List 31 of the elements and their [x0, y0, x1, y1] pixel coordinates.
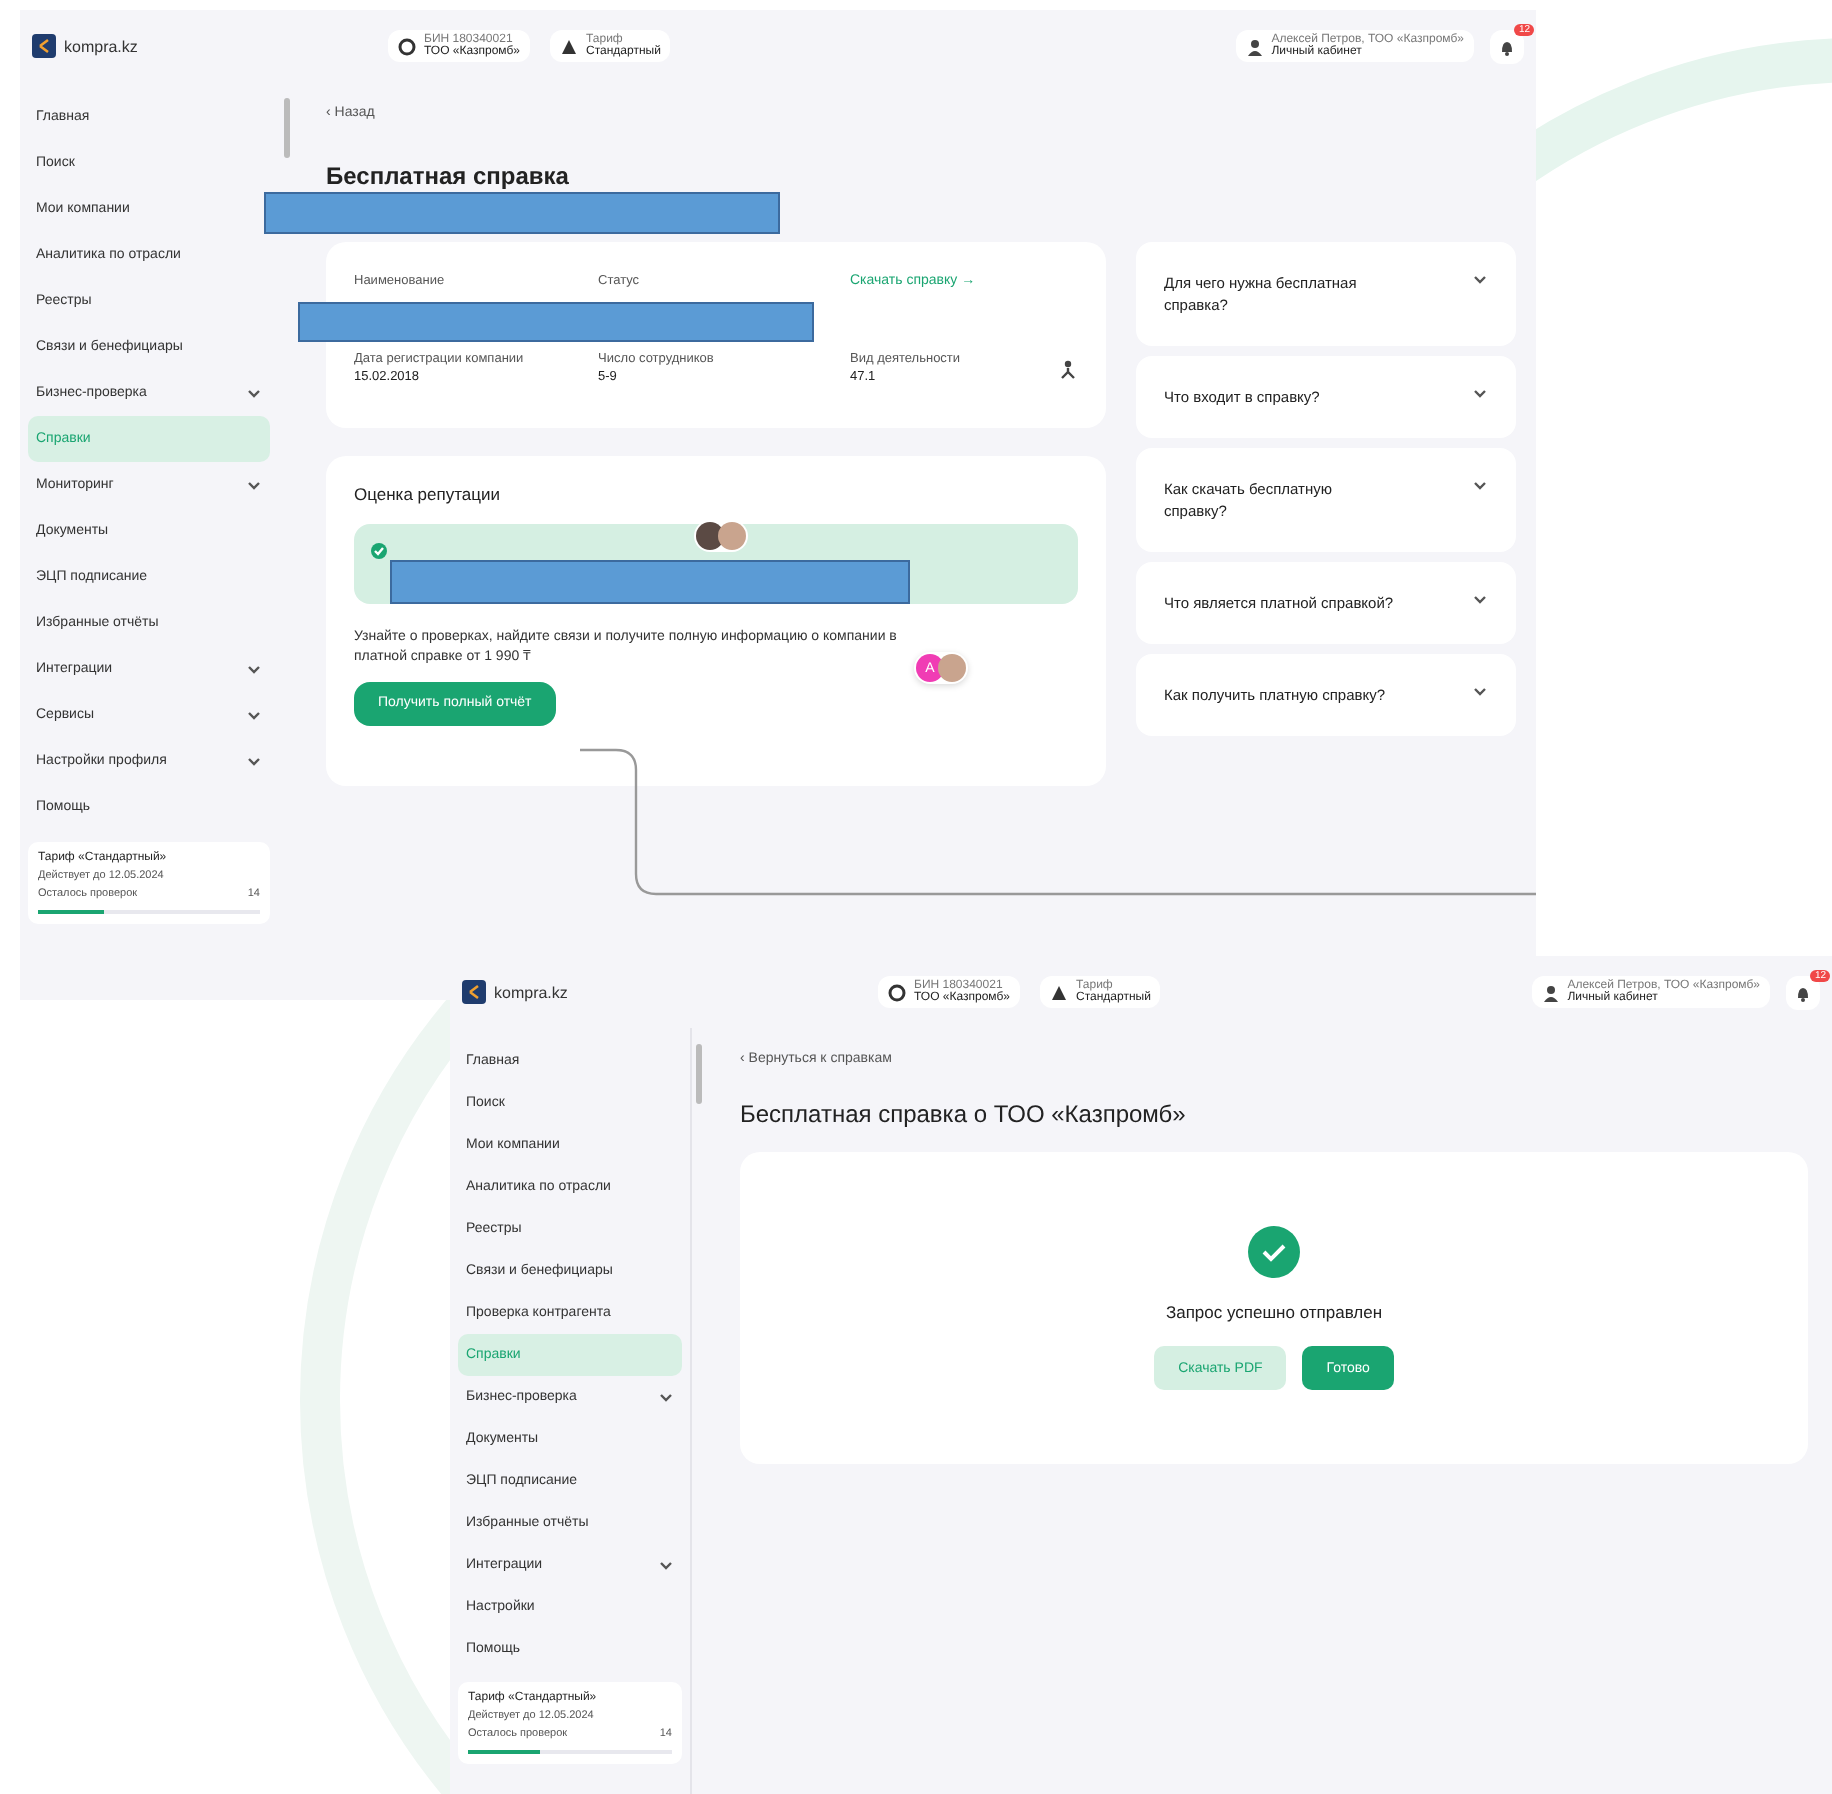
page-title: Бесплатная справка о ТОО «Казпромб»	[740, 1100, 1188, 1128]
avatar-placeholder	[696, 522, 724, 550]
logo-icon	[32, 34, 56, 58]
bell-icon	[1498, 37, 1516, 55]
notification-button[interactable]	[1490, 29, 1524, 63]
check-icon	[370, 542, 388, 560]
scrollbar-thumb	[284, 98, 290, 158]
chevron-icon	[1472, 272, 1488, 288]
avatar-placeholder	[718, 522, 746, 550]
page-title: Бесплатная справка	[326, 162, 571, 190]
success-check-icon	[1248, 1226, 1300, 1278]
user-icon	[1245, 37, 1264, 55]
chevron-icon	[1472, 478, 1488, 494]
chevron-icon	[1472, 684, 1488, 700]
scrollbar-thumb	[696, 1044, 702, 1104]
triangle-icon	[1050, 983, 1069, 1001]
notification-button[interactable]	[1786, 975, 1820, 1009]
logo-icon	[462, 980, 486, 1004]
avatar-placeholder	[938, 654, 966, 682]
logo-text: kompra.kz	[494, 983, 568, 1001]
bell-icon	[1794, 983, 1812, 1001]
chevron-icon	[1472, 592, 1488, 608]
hierarchy-icon	[1058, 360, 1078, 380]
user-icon	[1541, 983, 1560, 1001]
triangle-icon	[560, 37, 579, 55]
circle-icon	[398, 37, 416, 55]
chevron-icon	[1472, 386, 1488, 402]
logo-text: kompra.kz	[64, 37, 138, 55]
card-title: Оценка репутации	[354, 484, 502, 504]
success-message: Запрос успешно отправлен	[1165, 1302, 1383, 1322]
circle-icon	[888, 983, 906, 1001]
